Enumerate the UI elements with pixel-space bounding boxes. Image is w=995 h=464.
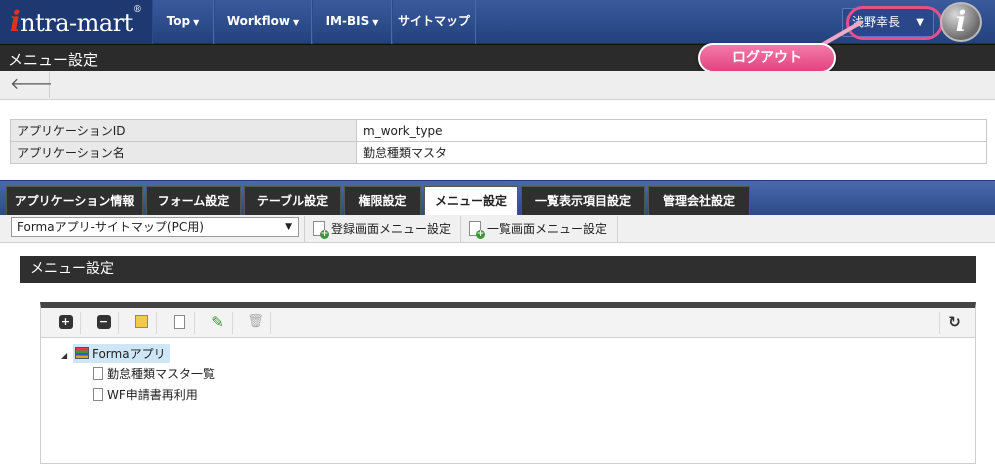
- tab-application-info[interactable]: アプリケーション情報: [6, 186, 143, 216]
- expand-arrow-icon[interactable]: ◢: [61, 351, 67, 360]
- chevron-down-icon: ▼: [193, 18, 200, 27]
- app-info-table: アプリケーションID m_work_type アプリケーション名 勤怠種類マスタ: [10, 119, 987, 164]
- intra-mart-logo[interactable]: intra-mart®: [0, 0, 152, 44]
- forma-app-icon: [74, 347, 89, 359]
- expand-plus-icon[interactable]: +: [51, 312, 81, 334]
- add-page-icon[interactable]: [165, 312, 195, 334]
- section-title: メニュー設定: [20, 256, 976, 283]
- back-arrow-icon[interactable]: 🡐: [10, 72, 53, 98]
- tab-list-display-settings[interactable]: 一覧表示項目設定: [521, 186, 645, 216]
- nav-im-bis-label: IM-BIS: [325, 14, 370, 28]
- collapse-minus-icon[interactable]: −: [89, 312, 119, 334]
- nav-sitemap-label: サイトマップ: [397, 14, 470, 28]
- tab-form-settings[interactable]: フォーム設定: [146, 186, 241, 216]
- add-page-icon: +: [313, 221, 329, 239]
- register-menu-label: 登録画面メニュー設定: [331, 222, 452, 236]
- app-id-value: m_work_type: [356, 119, 987, 142]
- refresh-icon[interactable]: ↻: [939, 312, 969, 334]
- sitemap-select[interactable]: Formaアプリ-サイトマップ(PC用) ▼: [11, 217, 299, 237]
- sitemap-select-value: Formaアプリ-サイトマップ(PC用): [17, 220, 204, 234]
- tab-permission-settings[interactable]: 権限設定: [344, 186, 421, 216]
- app-name-label: アプリケーション名: [10, 141, 357, 164]
- menu-tree-panel: + − ✎ 🗑 ↻ ◢ Formaアプリ 勤怠種類マスタ一覧 WF申請書再利用: [40, 302, 976, 464]
- nav-workflow-label: Workflow: [226, 14, 291, 28]
- register-menu-button[interactable]: + 登録画面メニュー設定: [304, 216, 458, 243]
- chevron-down-icon: ▼: [285, 222, 292, 232]
- tree-child-label: 勤怠種類マスタ一覧: [107, 367, 216, 381]
- page-title: メニュー設定: [8, 51, 99, 69]
- trash-icon[interactable]: 🗑: [241, 312, 271, 334]
- tab-menu-settings[interactable]: メニュー設定: [424, 186, 518, 216]
- logout-callout: ログアウト: [698, 43, 836, 73]
- nav-sitemap[interactable]: サイトマップ: [392, 0, 476, 44]
- im-logo-letter: i: [955, 5, 967, 38]
- list-item[interactable]: 勤怠種類マスタ一覧: [93, 365, 215, 382]
- nav-im-bis[interactable]: IM-BIS ▼: [312, 0, 392, 44]
- page-title-bar: メニュー設定: [0, 44, 995, 71]
- chevron-down-icon: ▼: [372, 18, 379, 27]
- add-page-icon: +: [469, 221, 485, 239]
- chevron-down-icon: ▼: [293, 18, 300, 27]
- nav-top-label: Top: [166, 14, 191, 28]
- back-toolbar: 🡐: [0, 71, 995, 100]
- tab-company-settings[interactable]: 管理会社設定: [648, 186, 750, 216]
- add-folder-icon[interactable]: [127, 312, 157, 334]
- menu-toolbar: Formaアプリ-サイトマップ(PC用) ▼ + 登録画面メニュー設定 + 一覧…: [0, 215, 995, 243]
- page-icon: [93, 388, 103, 401]
- im-info-logo[interactable]: i: [940, 2, 982, 42]
- page-icon: [93, 367, 103, 380]
- table-row: アプリケーション名 勤怠種類マスタ: [10, 141, 987, 164]
- top-navigation-bar: intra-mart® Top ▼ Workflow ▼ IM-BIS ▼ サイトマッ…: [0, 0, 995, 44]
- tab-table-settings[interactable]: テーブル設定: [244, 186, 341, 216]
- tree-child-label: WF申請書再利用: [107, 388, 198, 402]
- tree-root-label: Formaアプリ: [91, 347, 166, 361]
- tree-toolbar: + − ✎ 🗑 ↻: [41, 308, 975, 338]
- nav-workflow[interactable]: Workflow ▼: [214, 0, 312, 44]
- tree-root-label-box[interactable]: Formaアプリ: [72, 344, 170, 363]
- logo-text: intra-mart®: [10, 5, 142, 38]
- app-id-label: アプリケーションID: [10, 119, 357, 142]
- pencil-icon[interactable]: ✎: [203, 312, 233, 334]
- nav-top[interactable]: Top ▼: [152, 0, 214, 44]
- table-row: アプリケーションID m_work_type: [10, 119, 987, 142]
- list-item[interactable]: WF申請書再利用: [93, 386, 198, 403]
- settings-tabs: アプリケーション情報 フォーム設定 テーブル設定 権限設定 メニュー設定 一覧表…: [0, 180, 995, 216]
- list-menu-button[interactable]: + 一覧画面メニュー設定: [460, 216, 618, 243]
- tree-root-node[interactable]: ◢ Formaアプリ: [61, 344, 170, 363]
- app-name-value: 勤怠種類マスタ: [356, 141, 987, 164]
- list-menu-label: 一覧画面メニュー設定: [487, 222, 608, 236]
